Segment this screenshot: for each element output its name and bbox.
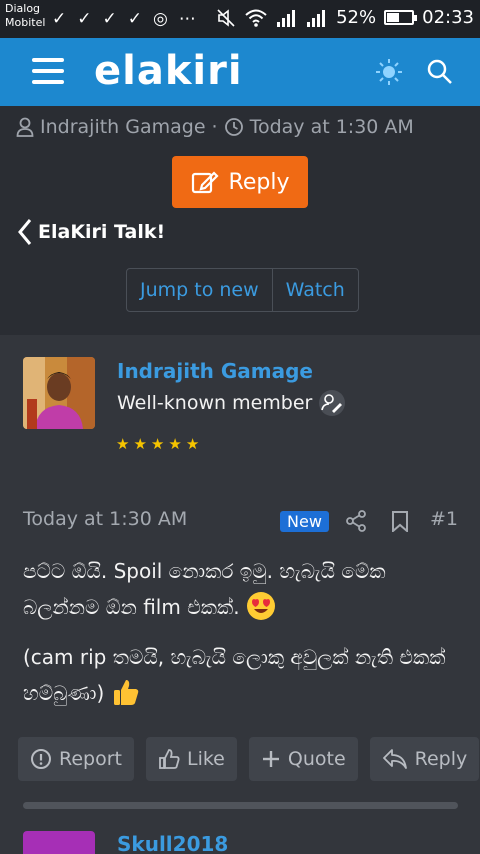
- mute-icon: [217, 8, 235, 27]
- chevron-left-icon: [18, 219, 32, 245]
- thumbs-up-emoji: [113, 680, 138, 705]
- jump-to-new-button[interactable]: Jump to new: [127, 269, 272, 311]
- new-badge: New: [280, 511, 329, 532]
- quote-label: Quote: [287, 748, 346, 770]
- star-icon: ★: [133, 435, 147, 453]
- signal-icon: [307, 9, 326, 27]
- report-button[interactable]: Report: [18, 737, 134, 781]
- share-icon[interactable]: [345, 510, 367, 532]
- post-reply-label: Reply: [414, 748, 468, 770]
- star-icon: ★: [168, 435, 182, 453]
- plus-icon: [262, 751, 279, 767]
- back-to-forum-link[interactable]: ElaKiri Talk!: [18, 218, 165, 246]
- thread-time[interactable]: Today at 1:30 AM: [250, 116, 414, 138]
- post-author[interactable]: Indrajith Gamage: [117, 359, 313, 383]
- signal-icon: [277, 9, 296, 27]
- post-date[interactable]: Today at 1:30 AM: [23, 508, 187, 530]
- download-done-icon: ✓: [102, 9, 117, 29]
- site-logo[interactable]: elakiri: [94, 48, 243, 94]
- meta-separator: ·: [211, 116, 218, 138]
- battery-percent: 52%: [336, 7, 377, 28]
- thread-meta: Indrajith Gamage · Today at 1:30 AM: [16, 116, 414, 138]
- next-post-author[interactable]: Skull2018: [117, 832, 228, 854]
- thread-button-group: Jump to new Watch: [126, 268, 359, 312]
- forum-name: ElaKiri Talk!: [38, 221, 166, 243]
- wifi-icon: [245, 9, 267, 27]
- heart-eyes-emoji: [246, 592, 275, 620]
- like-label: Like: [186, 748, 225, 770]
- reply-button[interactable]: Reply: [172, 156, 308, 208]
- reply-arrow-icon: [382, 749, 407, 769]
- post-body: පට්ට ඕයි. Spoil නොකර ඉමු. හැබැයි මේක බලන…: [23, 553, 453, 711]
- post-meta: Today at 1:30 AM New #1: [23, 508, 460, 538]
- chrome-icon: ◎: [153, 9, 168, 29]
- edit-icon: [191, 171, 219, 194]
- battery-icon: [384, 10, 418, 25]
- like-button[interactable]: Like: [145, 737, 237, 781]
- more-notifications-icon: ⋯: [178, 9, 196, 29]
- post-reply-button[interactable]: Reply: [369, 737, 480, 781]
- post-paragraph-2-text: (cam rip තමයි, හැබැයි ලොකු අවුලක් නැති එ…: [23, 645, 446, 705]
- post-number[interactable]: #1: [430, 508, 458, 530]
- notification-icons: ✓ ✓ ✓ ✓ ◎ ⋯: [52, 9, 196, 29]
- next-post-avatar[interactable]: [23, 831, 95, 854]
- watch-button[interactable]: Watch: [271, 269, 358, 311]
- download-done-icon: ✓: [52, 9, 67, 29]
- carrier-line-1: Dialog: [5, 2, 41, 15]
- star-rating: ★ ★ ★ ★ ★: [116, 435, 199, 453]
- quote-button[interactable]: Quote: [248, 737, 358, 781]
- post-paragraph-2: (cam rip තමයි, හැබැයි ලොකු අවුලක් නැති එ…: [23, 639, 453, 711]
- search-icon[interactable]: [426, 58, 454, 86]
- star-icon: ★: [150, 435, 165, 453]
- bookmark-icon[interactable]: [389, 510, 411, 532]
- user-icon: [16, 117, 34, 137]
- download-done-icon: ✓: [77, 9, 92, 29]
- post-divider: [23, 802, 458, 809]
- star-icon: ★: [185, 435, 200, 453]
- clock-icon: [224, 118, 243, 136]
- avatar[interactable]: [23, 357, 95, 429]
- hamburger-icon[interactable]: [32, 58, 64, 84]
- star-icon: ★: [116, 435, 130, 453]
- carrier-label: Dialog Mobitel: [5, 2, 45, 30]
- user-edit-icon: [319, 390, 346, 416]
- alert-icon: [31, 749, 51, 769]
- like-icon: [159, 749, 180, 769]
- reply-button-label: Reply: [228, 169, 290, 195]
- clock: 02:33: [422, 7, 474, 28]
- user-title: Well-known member: [117, 389, 346, 417]
- app-header: elakiri: [0, 38, 480, 106]
- report-label: Report: [59, 748, 122, 770]
- post-paragraph-1-text: පට්ට ඕයි. Spoil නොකර ඉමු. හැබැයි මේක බලන…: [23, 559, 386, 619]
- thread-author[interactable]: Indrajith Gamage: [40, 116, 206, 138]
- system-indicators: 52% 02:33: [216, 7, 474, 28]
- carrier-line-2: Mobitel: [5, 16, 46, 29]
- sun-icon[interactable]: [375, 58, 403, 86]
- post-paragraph-1: පට්ට ඕයි. Spoil නොකර ඉමු. හැබැයි මේක බලන…: [23, 553, 453, 625]
- download-done-icon: ✓: [127, 9, 142, 29]
- user-title-text: Well-known member: [117, 392, 313, 414]
- post-actions: Report Like Quote Reply: [18, 737, 480, 781]
- status-bar: Dialog Mobitel ✓ ✓ ✓ ✓ ◎ ⋯ 52% 02:33: [0, 0, 480, 38]
- post: Indrajith Gamage Well-known member ★ ★ ★ ★ ★…: [0, 335, 480, 854]
